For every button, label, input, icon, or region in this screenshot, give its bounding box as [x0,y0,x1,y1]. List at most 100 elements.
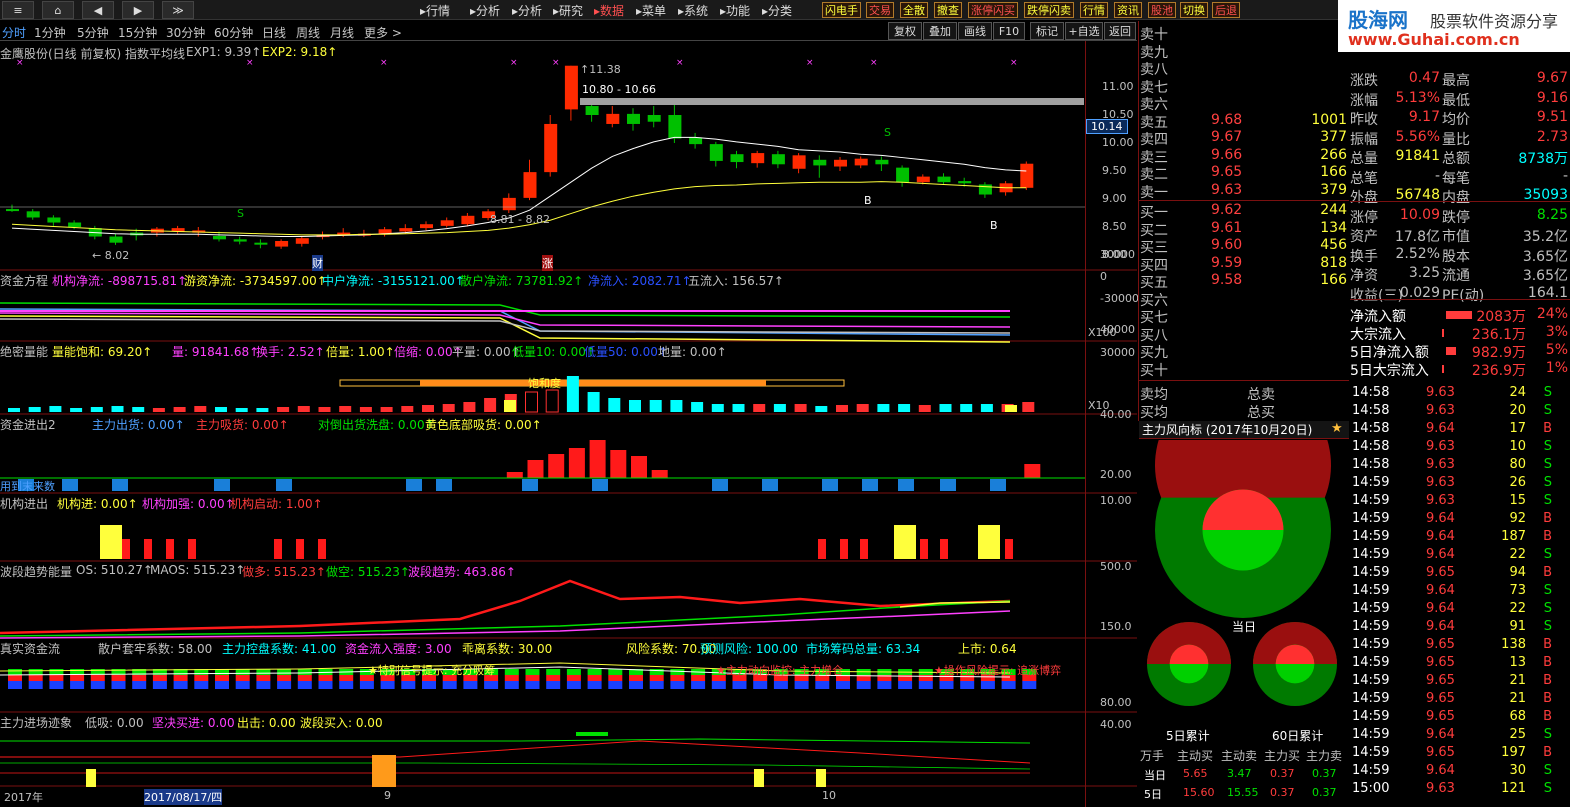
period-1m[interactable]: 1分钟 [34,24,66,41]
menu-shuju[interactable]: ▸数据 [594,2,624,19]
ask-row[interactable]: 卖十 [1139,24,1349,43]
period-30m[interactable]: 30分钟 [166,24,205,41]
menu-gongneng[interactable]: ▸功能 [720,2,750,19]
ask-row[interactable]: 卖九 [1139,42,1349,61]
bid-row[interactable]: 买四 9.59 818 [1139,254,1349,274]
tool-return[interactable]: 返回 [1104,22,1136,40]
institution-bar [296,539,304,559]
volume-bar [463,402,476,412]
menu-caidan[interactable]: ▸菜单 [636,2,666,19]
flow-percent: 1% [1545,360,1568,376]
back-icon[interactable]: ◀ [82,1,114,19]
badge-flash-trade[interactable]: 闪电手 [822,2,861,18]
badge-all[interactable]: 全散 [900,2,928,18]
menu-yanjiu[interactable]: ▸研究 [553,2,583,19]
institution-bar [920,539,928,559]
tick-side: B [1543,511,1552,526]
badge-news[interactable]: 资讯 [1114,2,1142,18]
menu-icon[interactable]: ≡ [2,1,34,19]
period-week[interactable]: 周线 [296,24,320,41]
bid-row[interactable]: 买十 [1139,360,1349,379]
badge-limit-down-sell[interactable]: 跌停闪卖 [1024,2,1074,18]
bid-row[interactable]: 买八 [1139,325,1349,344]
badge-switch[interactable]: 切换 [1180,2,1208,18]
panel-1-tick-1: 0 [1100,270,1107,283]
panel-7-indicator-1: 坚决买进: 0.00 [152,716,235,730]
period-month[interactable]: 月线 [330,24,354,41]
ask-row[interactable]: 卖三 9.66 266 [1139,147,1349,166]
tool-draw[interactable]: 画线 [958,22,992,40]
menu-fenxi2[interactable]: ▸分析 [512,2,542,19]
badge-limit-up-buy[interactable]: 涨停闪买 [968,2,1018,18]
badge-cancel[interactable]: 撤查 [934,2,962,18]
forward-icon[interactable]: ▶ [122,1,154,19]
badge-pool[interactable]: 股池 [1148,2,1176,18]
ask-row[interactable]: 卖七 [1139,77,1349,96]
price-tick-3: 9.50 [1102,164,1127,177]
tick-row: 14:59 9.64 91 S [1350,619,1570,637]
stat-value: - [1562,167,1568,184]
tool-mark[interactable]: 标记 [1030,22,1064,40]
star-icon[interactable]: ★ [1331,421,1343,436]
bid-row[interactable]: 买三 9.60 456 [1139,237,1349,256]
tick-side: B [1543,673,1552,688]
stat-label: 外盘 [1350,190,1378,206]
ask-row[interactable]: 卖六 [1139,94,1349,113]
period-fenshi[interactable]: 分时 [2,24,26,41]
period-60m[interactable]: 60分钟 [214,24,253,41]
capital-bar [215,681,229,689]
period-more[interactable]: 更多 > [364,24,402,41]
panel-title-1: 资金方程 [0,274,49,288]
candle-body [295,238,309,244]
entry-mark [576,732,608,736]
menu-fenxi[interactable]: ▸分析 [470,2,500,19]
capital-bar [566,681,581,689]
stat-label: 振幅 [1350,131,1378,148]
tick-price: 9.63 [1426,403,1455,418]
bid-row[interactable]: 买七 [1139,307,1349,326]
price-tick-5: 8.50 [1102,220,1127,233]
ask-row[interactable]: 卖一 9.63 379 [1139,182,1349,201]
badge-quote[interactable]: 行情 [1080,2,1108,18]
tick-price: 9.63 [1426,493,1455,508]
wind-table-cell: 15.60 [1183,786,1215,799]
wind-table-cell: 3.47 [1227,767,1252,780]
tick-side: S [1543,439,1552,454]
home-icon[interactable]: ⌂ [42,1,74,19]
period-day[interactable]: 日线 [262,24,286,41]
stat-value: 9.51 [1536,109,1568,125]
period-15m[interactable]: 15分钟 [118,24,157,41]
tick-time: 14:59 [1352,601,1390,616]
menu-xitong[interactable]: ▸系统 [678,2,708,19]
menu-hangqing[interactable]: ▸行情 [420,2,450,19]
ask-row[interactable]: 卖五 9.68 1001 [1139,112,1349,131]
ask-row[interactable]: 卖二 9.65 166 [1139,164,1349,183]
bid-row[interactable]: 买二 9.61 134 [1139,220,1349,239]
badge-trade[interactable]: 交易 [866,2,894,18]
capital-bar [297,675,312,681]
more-icon[interactable]: ≫ [162,1,194,19]
entry-line [0,738,1031,744]
menu-fenlei[interactable]: ▸分类 [762,2,792,19]
bid-row[interactable]: 买六 [1139,290,1349,309]
panel-5-indicator-2: 做多: 515.23↑ [242,565,326,579]
tool-add-favorite[interactable]: +自选 [1065,22,1103,40]
level-volume: 818 [1320,254,1347,271]
bid-row[interactable]: 买九 [1139,342,1349,361]
tool-overlay[interactable]: 叠加 [923,22,957,40]
tool-f10[interactable]: F10 [993,22,1025,40]
tool-fuquan[interactable]: 复权 [888,22,922,40]
badge-back[interactable]: 后退 [1212,2,1240,18]
volume-bar [339,406,352,412]
tick-side: B [1543,565,1552,580]
volume-bar [856,404,869,412]
bid-row[interactable]: 买一 9.62 244 [1139,202,1349,221]
bid-row[interactable]: 买五 9.58 166 [1139,272,1349,291]
ask-row[interactable]: 卖八 [1139,59,1349,78]
ask-row[interactable]: 卖四 9.67 377 [1139,129,1349,148]
panel-2-tick-1: 30000 [1100,346,1135,359]
candle-body [978,184,992,195]
period-5m[interactable]: 5分钟 [77,24,109,41]
price-tick-4: 9.00 [1102,192,1127,205]
sell-marker: S [237,207,244,220]
